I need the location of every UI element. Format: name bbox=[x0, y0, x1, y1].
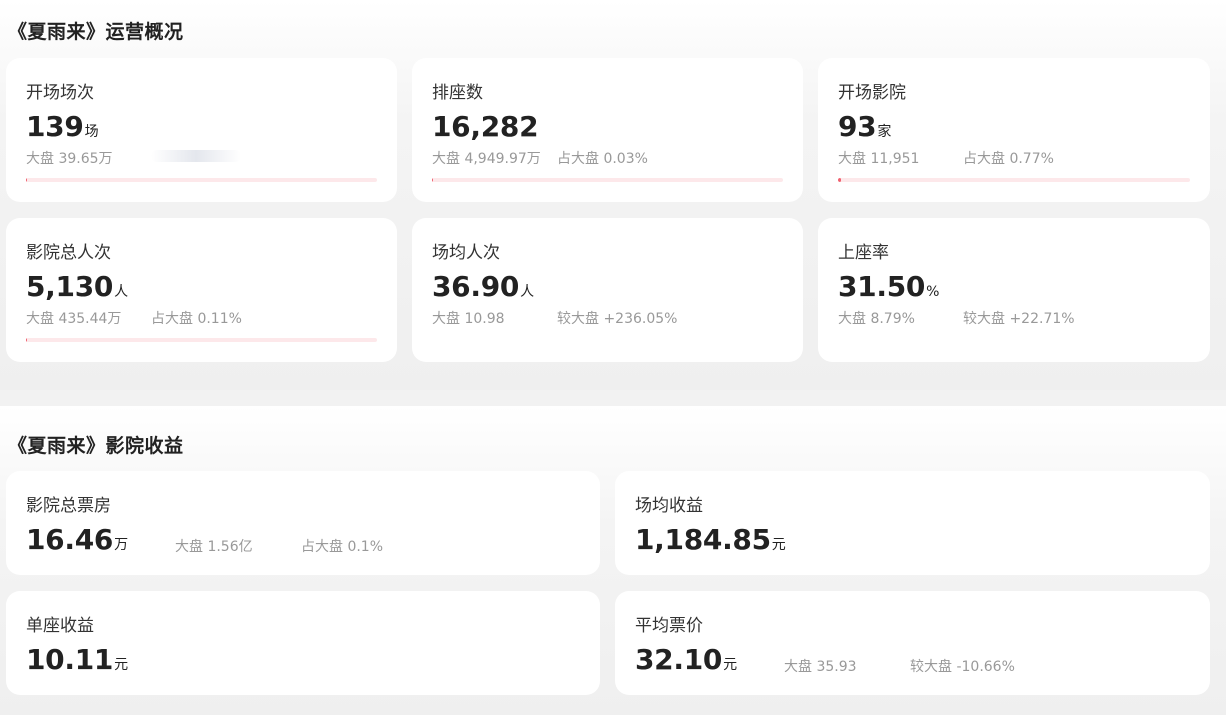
market-value: 大盘 10.98 bbox=[432, 311, 505, 327]
share-progress-fill bbox=[432, 178, 433, 182]
market-share: 占大盘 0.03% bbox=[557, 151, 648, 167]
card-label: 平均票价 bbox=[635, 616, 703, 636]
share-progress-fill bbox=[838, 178, 841, 182]
share-progress-bar bbox=[26, 178, 377, 182]
card-value: 1,184.85元 bbox=[635, 523, 786, 556]
share-progress-fill bbox=[26, 338, 27, 342]
market-share: 占大盘 0.1% bbox=[301, 539, 384, 555]
card-label: 排座数 bbox=[432, 83, 483, 103]
market-comparison: 较大盘 +22.71% bbox=[963, 311, 1075, 327]
card-avg-ticket-price: 平均票价 32.10元 大盘 35.93 较大盘 -10.66% bbox=[615, 591, 1210, 695]
cinema-revenue-section: 《夏雨来》影院收益 影院总票房 16.46万 大盘 1.56亿 占大盘 0.1%… bbox=[0, 406, 1226, 715]
metric-number: 139 bbox=[26, 110, 84, 143]
card-label: 影院总人次 bbox=[26, 243, 111, 263]
market-share: 占大盘 0.77% bbox=[963, 151, 1054, 167]
share-progress-bar bbox=[432, 178, 783, 182]
section-title: 《夏雨来》影院收益 bbox=[8, 435, 184, 457]
card-label: 单座收益 bbox=[26, 616, 94, 636]
card-label: 影院总票房 bbox=[26, 496, 111, 516]
card-total-box-office: 影院总票房 16.46万 大盘 1.56亿 占大盘 0.1% bbox=[6, 471, 600, 575]
metric-unit: 元 bbox=[723, 657, 738, 673]
metric-number: 31.50 bbox=[838, 270, 926, 303]
card-value: 16,282 bbox=[432, 110, 539, 143]
card-cinemas: 开场影院 93家 大盘 11,951 占大盘 0.77% bbox=[818, 58, 1210, 202]
metric-number: 32.10 bbox=[635, 643, 723, 676]
section-title: 《夏雨来》运营概况 bbox=[8, 21, 184, 43]
share-progress-bar bbox=[26, 338, 377, 342]
card-value: 93家 bbox=[838, 110, 891, 143]
market-value: 大盘 435.44万 bbox=[26, 311, 122, 327]
metric-unit: % bbox=[926, 284, 940, 300]
metric-unit: 人 bbox=[520, 284, 535, 300]
metric-unit: 元 bbox=[771, 537, 786, 553]
market-value: 大盘 4,949.97万 bbox=[432, 151, 541, 167]
card-label: 开场场次 bbox=[26, 83, 94, 103]
metric-number: 10.11 bbox=[26, 643, 114, 676]
market-value: 大盘 39.65万 bbox=[26, 151, 113, 167]
card-value: 36.90人 bbox=[432, 270, 534, 303]
card-admissions: 影院总人次 5,130人 大盘 435.44万 占大盘 0.11% bbox=[6, 218, 397, 362]
metric-number: 16.46 bbox=[26, 523, 114, 556]
card-value: 10.11元 bbox=[26, 643, 128, 676]
card-avg-admissions: 场均人次 36.90人 大盘 10.98 较大盘 +236.05% bbox=[412, 218, 803, 362]
card-value: 5,130人 bbox=[26, 270, 128, 303]
metric-unit: 万 bbox=[114, 537, 129, 553]
card-value: 139场 bbox=[26, 110, 99, 143]
market-value: 大盘 8.79% bbox=[838, 311, 915, 327]
blurred-share-text bbox=[151, 150, 241, 162]
share-progress-fill bbox=[26, 178, 28, 182]
card-label: 场均收益 bbox=[635, 496, 703, 516]
card-label: 场均人次 bbox=[432, 243, 500, 263]
metric-number: 36.90 bbox=[432, 270, 520, 303]
card-label: 上座率 bbox=[838, 243, 889, 263]
metric-unit: 家 bbox=[877, 124, 892, 140]
metric-unit: 人 bbox=[114, 284, 129, 300]
card-value: 31.50% bbox=[838, 270, 939, 303]
market-value: 大盘 1.56亿 bbox=[175, 539, 253, 555]
metric-unit: 元 bbox=[114, 657, 129, 673]
market-value: 大盘 35.93 bbox=[784, 659, 857, 675]
metric-number: 16,282 bbox=[432, 110, 539, 143]
card-revenue-per-seat: 单座收益 10.11元 bbox=[6, 591, 600, 695]
share-progress-bar bbox=[838, 178, 1190, 182]
card-occupancy-rate: 上座率 31.50% 大盘 8.79% 较大盘 +22.71% bbox=[818, 218, 1210, 362]
metric-unit: 场 bbox=[84, 124, 99, 140]
card-label: 开场影院 bbox=[838, 83, 906, 103]
card-screenings: 开场场次 139场 大盘 39.65万 bbox=[6, 58, 397, 202]
card-value: 32.10元 bbox=[635, 643, 737, 676]
market-value: 大盘 11,951 bbox=[838, 151, 920, 167]
metric-number: 1,184.85 bbox=[635, 523, 771, 556]
card-value: 16.46万 bbox=[26, 523, 128, 556]
market-share: 占大盘 0.11% bbox=[151, 311, 242, 327]
card-revenue-per-screening: 场均收益 1,184.85元 bbox=[615, 471, 1210, 575]
market-comparison: 较大盘 +236.05% bbox=[557, 311, 678, 327]
card-seats: 排座数 16,282 大盘 4,949.97万 占大盘 0.03% bbox=[412, 58, 803, 202]
metric-number: 93 bbox=[838, 110, 877, 143]
market-comparison: 较大盘 -10.66% bbox=[910, 659, 1015, 675]
operations-overview-section: 《夏雨来》运营概况 开场场次 139场 大盘 39.65万 排座数 16,282… bbox=[0, 0, 1226, 390]
metric-number: 5,130 bbox=[26, 270, 114, 303]
